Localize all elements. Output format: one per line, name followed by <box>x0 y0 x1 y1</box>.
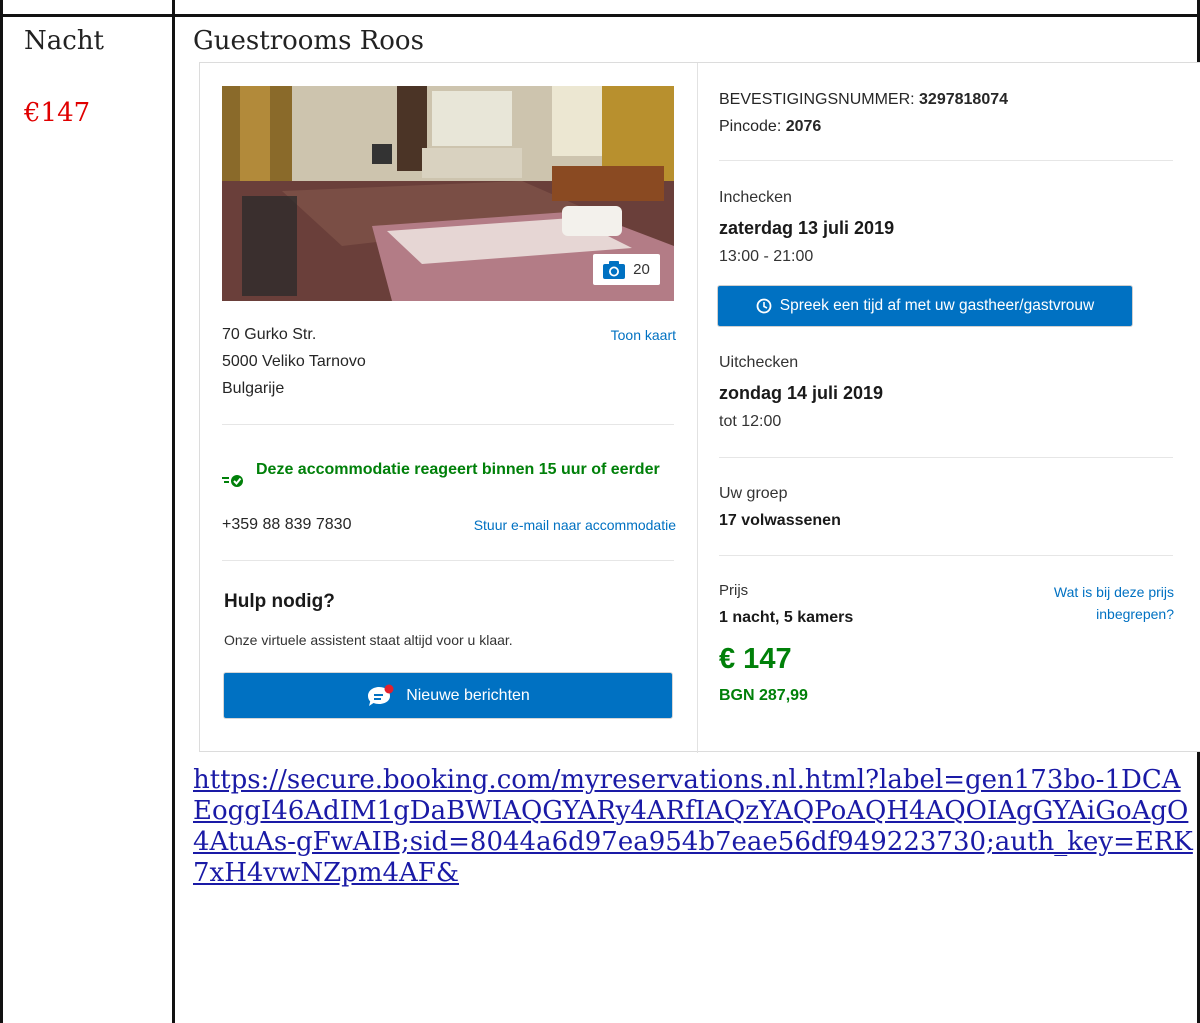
divider <box>222 424 674 425</box>
address-line-3: Bulgarije <box>222 380 285 397</box>
camera-icon <box>603 260 626 279</box>
divider <box>222 560 674 561</box>
group-value: 17 volwassenen <box>719 512 841 529</box>
photo-count: 20 <box>633 261 650 278</box>
show-map-link[interactable]: Toon kaart <box>611 327 676 343</box>
email-property-link[interactable]: Stuur e-mail naar accommodatie <box>474 517 676 533</box>
checkout-date: zondag 14 juli 2019 <box>719 383 884 403</box>
price-eur: € 147 <box>719 643 792 675</box>
clock-icon <box>756 298 772 314</box>
booking-card: 20 70 Gurko Str. 5000 Veliko Tarnovo Bul… <box>199 62 1200 753</box>
divider <box>719 555 1173 556</box>
divider <box>719 457 1173 458</box>
pin-value: 2076 <box>785 118 822 135</box>
checkout-label: Uitchecken <box>719 354 799 371</box>
reservation-url-link[interactable]: https://secure.booking.com/myreservation… <box>193 765 1193 889</box>
price-bgn: BGN 287,99 <box>719 687 808 704</box>
address-line-1: 70 Gurko Str. <box>222 326 317 343</box>
group-label: Uw groep <box>719 485 788 502</box>
checkin-date: zaterdag 13 juli 2019 <box>719 218 895 238</box>
help-subtitle: Onze virtuele assistent staat altijd voo… <box>224 632 513 648</box>
response-time-text: Deze accommodatie reageert binnen 15 uur… <box>256 461 660 478</box>
checkout-time: tot 12:00 <box>719 413 782 430</box>
checkin-label: Inchecken <box>719 189 792 206</box>
hotel-name: Guestrooms Roos <box>193 26 424 56</box>
pin-label: Pincode: <box>719 118 782 135</box>
confirmation-label: BEVESTIGINGSNUMMER: <box>719 91 915 108</box>
fast-response-icon <box>222 475 243 487</box>
new-messages-label: Nieuwe berichten <box>406 686 530 704</box>
arrange-time-label: Spreek een tijd af met uw gastheer/gastv… <box>779 297 1095 314</box>
photo-count-badge[interactable]: 20 <box>593 254 660 285</box>
price-summary: 1 nacht, 5 kamers <box>719 609 854 626</box>
confirmation-value: 3297818074 <box>919 91 1009 108</box>
night-label: Nacht <box>24 26 105 56</box>
help-title: Hulp nodig? <box>224 591 335 612</box>
arrange-time-button[interactable]: Spreek een tijd af met uw gastheer/gastv… <box>718 286 1132 326</box>
price-label: Prijs <box>719 582 749 599</box>
chat-bubble-icon <box>368 684 394 706</box>
table-top-border <box>0 14 1200 17</box>
checkin-time: 13:00 - 21:00 <box>719 248 814 265</box>
table-left-border <box>0 0 3 1023</box>
property-photo[interactable]: 20 <box>222 86 674 301</box>
table-column-divider <box>172 0 175 1023</box>
confirmation-number: BEVESTIGINGSNUMMER: 3297818074 <box>719 91 1008 109</box>
new-messages-button[interactable]: Nieuwe berichten <box>224 673 672 718</box>
pin-code: Pincode: 2076 <box>719 118 821 136</box>
divider <box>719 160 1173 161</box>
phone-number: +359 88 839 7830 <box>222 516 352 533</box>
night-price: €147 <box>24 98 91 128</box>
address-line-2: 5000 Veliko Tarnovo <box>222 353 366 370</box>
price-included-link[interactable]: Wat is bij deze prijs inbegrepen? <box>1004 581 1174 625</box>
column-divider <box>697 63 698 753</box>
